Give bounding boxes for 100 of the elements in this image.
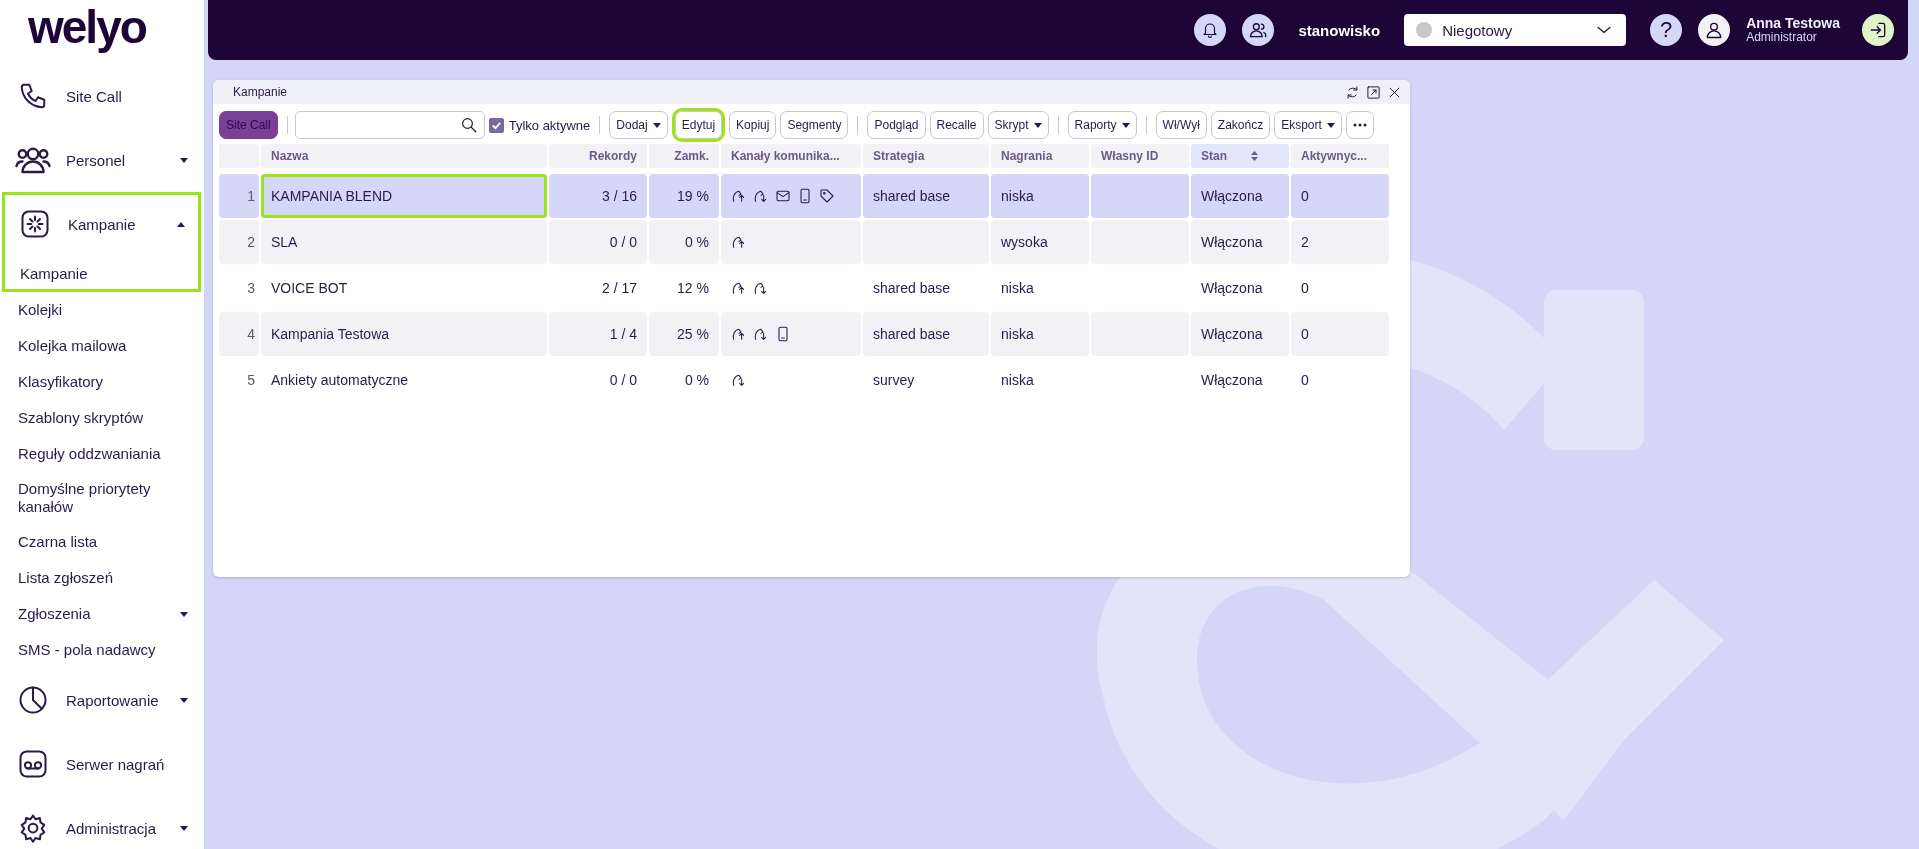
- toolbar-button[interactable]: Skrypt: [987, 111, 1049, 139]
- mobile-phone-icon: [775, 326, 791, 342]
- people-icon: [1248, 20, 1269, 40]
- table-cell: Włączona: [1191, 220, 1289, 264]
- workstation-label: stanowisko: [1298, 21, 1381, 39]
- caret-icon: [177, 221, 185, 227]
- column-header[interactable]: Nazwa: [261, 144, 547, 168]
- column-header[interactable]: Kanały komunika...: [721, 144, 861, 168]
- table-cell-text: niska: [1000, 371, 1035, 390]
- table-cell-text: 2 / 17: [600, 279, 638, 298]
- table-cell-text: 0: [1300, 371, 1310, 390]
- checkbox[interactable]: [488, 117, 504, 133]
- bell-icon: [1201, 21, 1220, 39]
- nav-section[interactable]: Serwer nagrań: [0, 732, 204, 796]
- toolbar-button[interactable]: Zakończ: [1210, 111, 1271, 139]
- user-role: Administrator: [1746, 30, 1818, 44]
- table-cell: Włączona: [1191, 312, 1289, 356]
- table-cell-text: VOICE BOT: [270, 279, 349, 298]
- table-cell-text: Włączona: [1200, 371, 1264, 390]
- phone-icon: [18, 81, 48, 111]
- toolbar-button[interactable]: Raporty: [1067, 111, 1137, 139]
- search-icon: [459, 116, 478, 134]
- toolbar-button[interactable]: Kopiuj: [729, 111, 777, 139]
- nav-item[interactable]: Kampanie: [2, 256, 201, 292]
- panel-title: Kampanie: [233, 85, 289, 99]
- column-header[interactable]: Stan: [1191, 144, 1289, 168]
- help-button[interactable]: ?: [1650, 14, 1683, 46]
- row-number: 2: [219, 220, 259, 264]
- row-number: 4: [219, 312, 259, 356]
- table-cell: 19 %: [649, 174, 719, 218]
- sparkle-icon: [20, 209, 50, 239]
- voicemail-icon: [18, 749, 48, 779]
- table-cell: shared base: [863, 174, 989, 218]
- table-cell-text: shared base: [872, 279, 952, 298]
- column-header[interactable]: Aktywnyc...: [1291, 144, 1389, 168]
- outgoing-call-icon: [731, 326, 747, 342]
- nav-section[interactable]: Personel: [0, 128, 204, 192]
- outgoing-call-icon: [731, 234, 747, 250]
- column-header[interactable]: Własny ID: [1091, 144, 1189, 168]
- table-cell: Włączona: [1191, 174, 1289, 218]
- table-cell-text: Włączona: [1200, 279, 1264, 298]
- workstation-icon[interactable]: [1242, 14, 1275, 46]
- search-field[interactable]: [294, 111, 485, 139]
- table-cell: niska: [991, 312, 1089, 356]
- nav-item[interactable]: SMS - pola nadawcy: [0, 632, 204, 668]
- table-cell: 0: [1291, 312, 1389, 356]
- envelope-icon: [775, 188, 791, 204]
- incoming-call-icon: [731, 372, 747, 388]
- sort-icon: [1251, 151, 1258, 161]
- table-cell: 0 / 0: [549, 220, 647, 264]
- logout-button[interactable]: [1862, 14, 1894, 46]
- column-header[interactable]: Nagrania: [991, 144, 1089, 168]
- nav-item[interactable]: Klasyfikatory: [0, 364, 204, 400]
- ellipsis-icon: [1352, 123, 1367, 127]
- row-number: 1: [219, 174, 259, 218]
- table-cell-text: 12 %: [676, 279, 710, 298]
- table-cell: wysoka: [991, 220, 1089, 264]
- table-cell-text: 0 / 0: [608, 371, 638, 390]
- toolbar-button[interactable]: Eksport: [1274, 111, 1342, 139]
- nav-item[interactable]: Domyślne priorytety kanałów: [0, 472, 204, 524]
- caret-icon: [652, 122, 661, 128]
- toolbar-button[interactable]: Podgląd: [867, 111, 926, 139]
- outgoing-call-icon: [731, 188, 747, 204]
- notification-icon[interactable]: [1194, 14, 1227, 46]
- incoming-call-icon: [753, 188, 769, 204]
- nav-item[interactable]: Czarna lista: [0, 524, 204, 560]
- caret-icon: [180, 825, 188, 831]
- table-cell: 0 %: [649, 220, 719, 264]
- table-cell: KAMPANIA BLEND: [261, 174, 547, 218]
- caret-icon: [180, 611, 188, 617]
- refresh-icon: [1345, 84, 1360, 100]
- nav-item[interactable]: Reguły oddzwaniania: [0, 436, 204, 472]
- incoming-call-icon: [753, 280, 769, 296]
- status-dropdown[interactable]: Niegotowy: [1404, 14, 1627, 46]
- table-cell: 3 / 16: [549, 174, 647, 218]
- table-cell: 25 %: [649, 312, 719, 356]
- table-cell: niska: [991, 174, 1089, 218]
- nav-item[interactable]: Kolejki: [0, 292, 204, 328]
- nav-item[interactable]: Kolejka mailowa: [0, 328, 204, 364]
- caret-icon: [180, 697, 188, 703]
- toolbar-button[interactable]: Dodaj: [609, 111, 668, 139]
- nav-section[interactable]: Raportowanie: [0, 668, 204, 732]
- toolbar-button[interactable]: Edytuj: [674, 111, 723, 139]
- nav-item[interactable]: Zgłoszenia: [0, 596, 204, 632]
- toolbar-button[interactable]: Recalle: [929, 111, 984, 139]
- table-cell: 0: [1291, 174, 1389, 218]
- toolbar-button[interactable]: Segmenty: [780, 111, 849, 139]
- nav-section[interactable]: Kampanie: [2, 192, 201, 256]
- caret-icon: [1121, 122, 1130, 128]
- checkbox-label: Tylko aktywne: [508, 117, 591, 133]
- column-header[interactable]: Zamk.: [649, 144, 719, 168]
- table-cell: 1 / 4: [549, 312, 647, 356]
- toolbar-button[interactable]: Wł/Wył: [1155, 111, 1207, 139]
- column-header[interactable]: Strategia: [863, 144, 989, 168]
- nav-section[interactable]: Administracja: [0, 796, 204, 849]
- column-header[interactable]: Rekordy: [549, 144, 647, 168]
- nav-item[interactable]: Szablony skryptów: [0, 400, 204, 436]
- table-cell: 2: [1291, 220, 1389, 264]
- nav-item[interactable]: Lista zgłoszeń: [0, 560, 204, 596]
- nav-section[interactable]: Site Call: [0, 64, 204, 128]
